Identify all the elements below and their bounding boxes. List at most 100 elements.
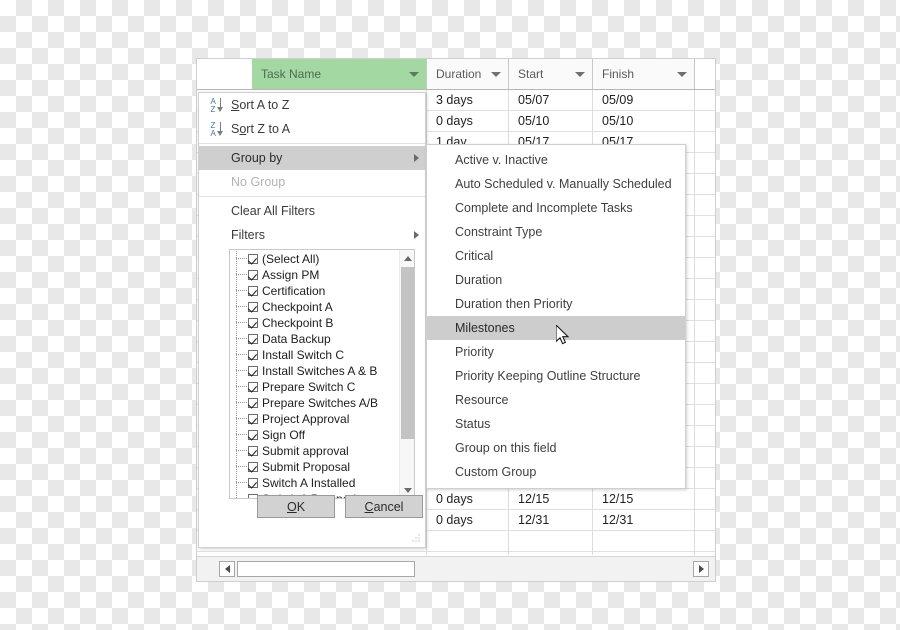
- filter-dropdown-arrow-icon[interactable]: [406, 59, 422, 89]
- table-cell-start[interactable]: 12/15: [509, 489, 593, 509]
- table-cell-duration[interactable]: 3 days: [427, 90, 509, 110]
- table-cell-finish[interactable]: [593, 531, 695, 551]
- submenu-item-milestones[interactable]: Milestones: [427, 316, 685, 340]
- chevron-right-icon: [409, 231, 423, 239]
- filter-checkbox-item[interactable]: (Select All): [230, 251, 399, 267]
- menu-item-sort-z-to-a[interactable]: ZA Sort Z to A: [199, 117, 425, 141]
- horizontal-scrollbar-thumb[interactable]: [237, 561, 415, 577]
- menu-item-sort-a-to-z[interactable]: AZ Sort A to Z: [199, 93, 425, 117]
- filter-checkbox-item[interactable]: Checkpoint A: [230, 299, 399, 315]
- menu-item-clear-all-filters[interactable]: Clear All Filters: [199, 199, 425, 223]
- chevron-right-icon: [409, 154, 423, 162]
- checkbox[interactable]: [248, 398, 258, 408]
- filter-checkbox-item[interactable]: Certification: [230, 283, 399, 299]
- submenu-item-critical[interactable]: Critical: [427, 244, 685, 268]
- table-cell-start[interactable]: 05/07: [509, 90, 593, 110]
- submenu-item-duration[interactable]: Duration: [427, 268, 685, 292]
- submenu-item-resource[interactable]: Resource: [427, 388, 685, 412]
- table-cell-start[interactable]: [509, 531, 593, 551]
- submenu-item-complete-and-incomplete-tasks[interactable]: Complete and Incomplete Tasks: [427, 196, 685, 220]
- table-cell-start[interactable]: 12/31: [509, 510, 593, 530]
- table-cell-finish[interactable]: 05/09: [593, 90, 695, 110]
- table-cell-start[interactable]: [509, 552, 593, 555]
- submenu-item-active-v-inactive[interactable]: Active v. Inactive: [427, 148, 685, 172]
- submenu-item-label: Group on this field: [455, 441, 557, 455]
- filter-checkbox-item[interactable]: Assign PM: [230, 267, 399, 283]
- checkbox[interactable]: [248, 270, 258, 280]
- menu-item-no-group[interactable]: No Group: [199, 170, 425, 194]
- checkbox[interactable]: [248, 350, 258, 360]
- submenu-item-auto-scheduled-v-manually-scheduled[interactable]: Auto Scheduled v. Manually Scheduled: [427, 172, 685, 196]
- menu-item-group-by[interactable]: Group by: [199, 146, 425, 170]
- checkbox[interactable]: [248, 430, 258, 440]
- filter-checkbox-item[interactable]: Prepare Switches A/B: [230, 395, 399, 411]
- resize-grip-icon[interactable]: [412, 534, 421, 543]
- checkbox[interactable]: [248, 462, 258, 472]
- table-row[interactable]: [197, 552, 715, 555]
- scroll-right-arrow-icon[interactable]: [693, 561, 709, 577]
- table-cell-finish[interactable]: [593, 552, 695, 555]
- tree-line-icon: [234, 475, 248, 491]
- column-header-duration[interactable]: Duration: [427, 59, 509, 89]
- filter-checkbox-label: Checkpoint A: [262, 300, 333, 314]
- submenu-item-status[interactable]: Status: [427, 412, 685, 436]
- column-header-finish[interactable]: Finish: [593, 59, 695, 89]
- checkbox[interactable]: [248, 286, 258, 296]
- table-cell-duration[interactable]: 0 days: [427, 111, 509, 131]
- filter-checkbox-item[interactable]: Switch A Installed: [230, 475, 399, 491]
- table-cell-task-name[interactable]: [252, 552, 427, 555]
- filter-checkbox-item[interactable]: Install Switches A & B: [230, 363, 399, 379]
- filter-checkbox-item[interactable]: Project Approval: [230, 411, 399, 427]
- filter-checkbox-item[interactable]: Install Switch C: [230, 347, 399, 363]
- filter-checkbox-item[interactable]: Submit Proposal: [230, 459, 399, 475]
- checkbox[interactable]: [248, 478, 258, 488]
- ok-button[interactable]: OK: [257, 495, 335, 518]
- checkbox-list-scrollbar-thumb[interactable]: [401, 267, 414, 439]
- checkbox[interactable]: [248, 366, 258, 376]
- submenu-item-custom-group[interactable]: Custom Group: [427, 460, 685, 484]
- checkbox[interactable]: [248, 318, 258, 328]
- table-cell-duration[interactable]: 0 days: [427, 510, 509, 530]
- filter-dropdown-arrow-icon[interactable]: [488, 59, 504, 89]
- scroll-up-arrow-icon[interactable]: [400, 250, 414, 266]
- filter-dropdown-arrow-icon[interactable]: [572, 59, 588, 89]
- checkbox[interactable]: [248, 334, 258, 344]
- column-header-task-name[interactable]: Task Name: [252, 59, 427, 89]
- checkbox[interactable]: [248, 302, 258, 312]
- table-cell-duration[interactable]: [427, 531, 509, 551]
- filter-checkbox-item[interactable]: Data Backup: [230, 331, 399, 347]
- checkbox[interactable]: [248, 382, 258, 392]
- menu-item-filters[interactable]: Filters: [199, 223, 425, 247]
- submenu-item-duration-then-priority[interactable]: Duration then Priority: [427, 292, 685, 316]
- table-cell-finish[interactable]: 05/10: [593, 111, 695, 131]
- submenu-item-priority-keeping-outline-structure[interactable]: Priority Keeping Outline Structure: [427, 364, 685, 388]
- filter-checkbox-item[interactable]: Sign Off: [230, 427, 399, 443]
- submenu-item-label: Constraint Type: [455, 225, 543, 239]
- filter-dropdown-arrow-icon[interactable]: [674, 59, 690, 89]
- scroll-left-arrow-icon[interactable]: [219, 561, 235, 577]
- sort-descending-icon: ZA: [207, 121, 231, 138]
- sort-ascending-icon: AZ: [207, 97, 231, 114]
- horizontal-scrollbar[interactable]: [197, 556, 715, 581]
- cancel-button[interactable]: Cancel: [345, 495, 423, 518]
- table-cell-finish[interactable]: 12/15: [593, 489, 695, 509]
- checkbox[interactable]: [248, 414, 258, 424]
- checkbox-list-scrollbar[interactable]: [399, 250, 414, 498]
- table-cell-duration[interactable]: 0 days: [427, 489, 509, 509]
- menu-item-label: Sort A to Z: [231, 98, 290, 112]
- checkbox[interactable]: [248, 254, 258, 264]
- filter-checkbox-label: Prepare Switch C: [262, 380, 356, 394]
- filter-checkbox-item[interactable]: Prepare Switch C: [230, 379, 399, 395]
- checkbox[interactable]: [248, 446, 258, 456]
- filter-checkbox-item[interactable]: Checkpoint B: [230, 315, 399, 331]
- filter-checkbox-item[interactable]: Submit approval: [230, 443, 399, 459]
- table-cell-duration[interactable]: [427, 552, 509, 555]
- table-cell-start[interactable]: 05/10: [509, 111, 593, 131]
- submenu-item-group-on-this-field[interactable]: Group on this field: [427, 436, 685, 460]
- submenu-item-priority[interactable]: Priority: [427, 340, 685, 364]
- tree-line-icon: [234, 283, 248, 299]
- table-cell-finish[interactable]: 12/31: [593, 510, 695, 530]
- column-header-start[interactable]: Start: [509, 59, 593, 89]
- filter-value-checkbox-list[interactable]: (Select All) Assign PM Certification Checkp…: [229, 249, 415, 499]
- submenu-item-constraint-type[interactable]: Constraint Type: [427, 220, 685, 244]
